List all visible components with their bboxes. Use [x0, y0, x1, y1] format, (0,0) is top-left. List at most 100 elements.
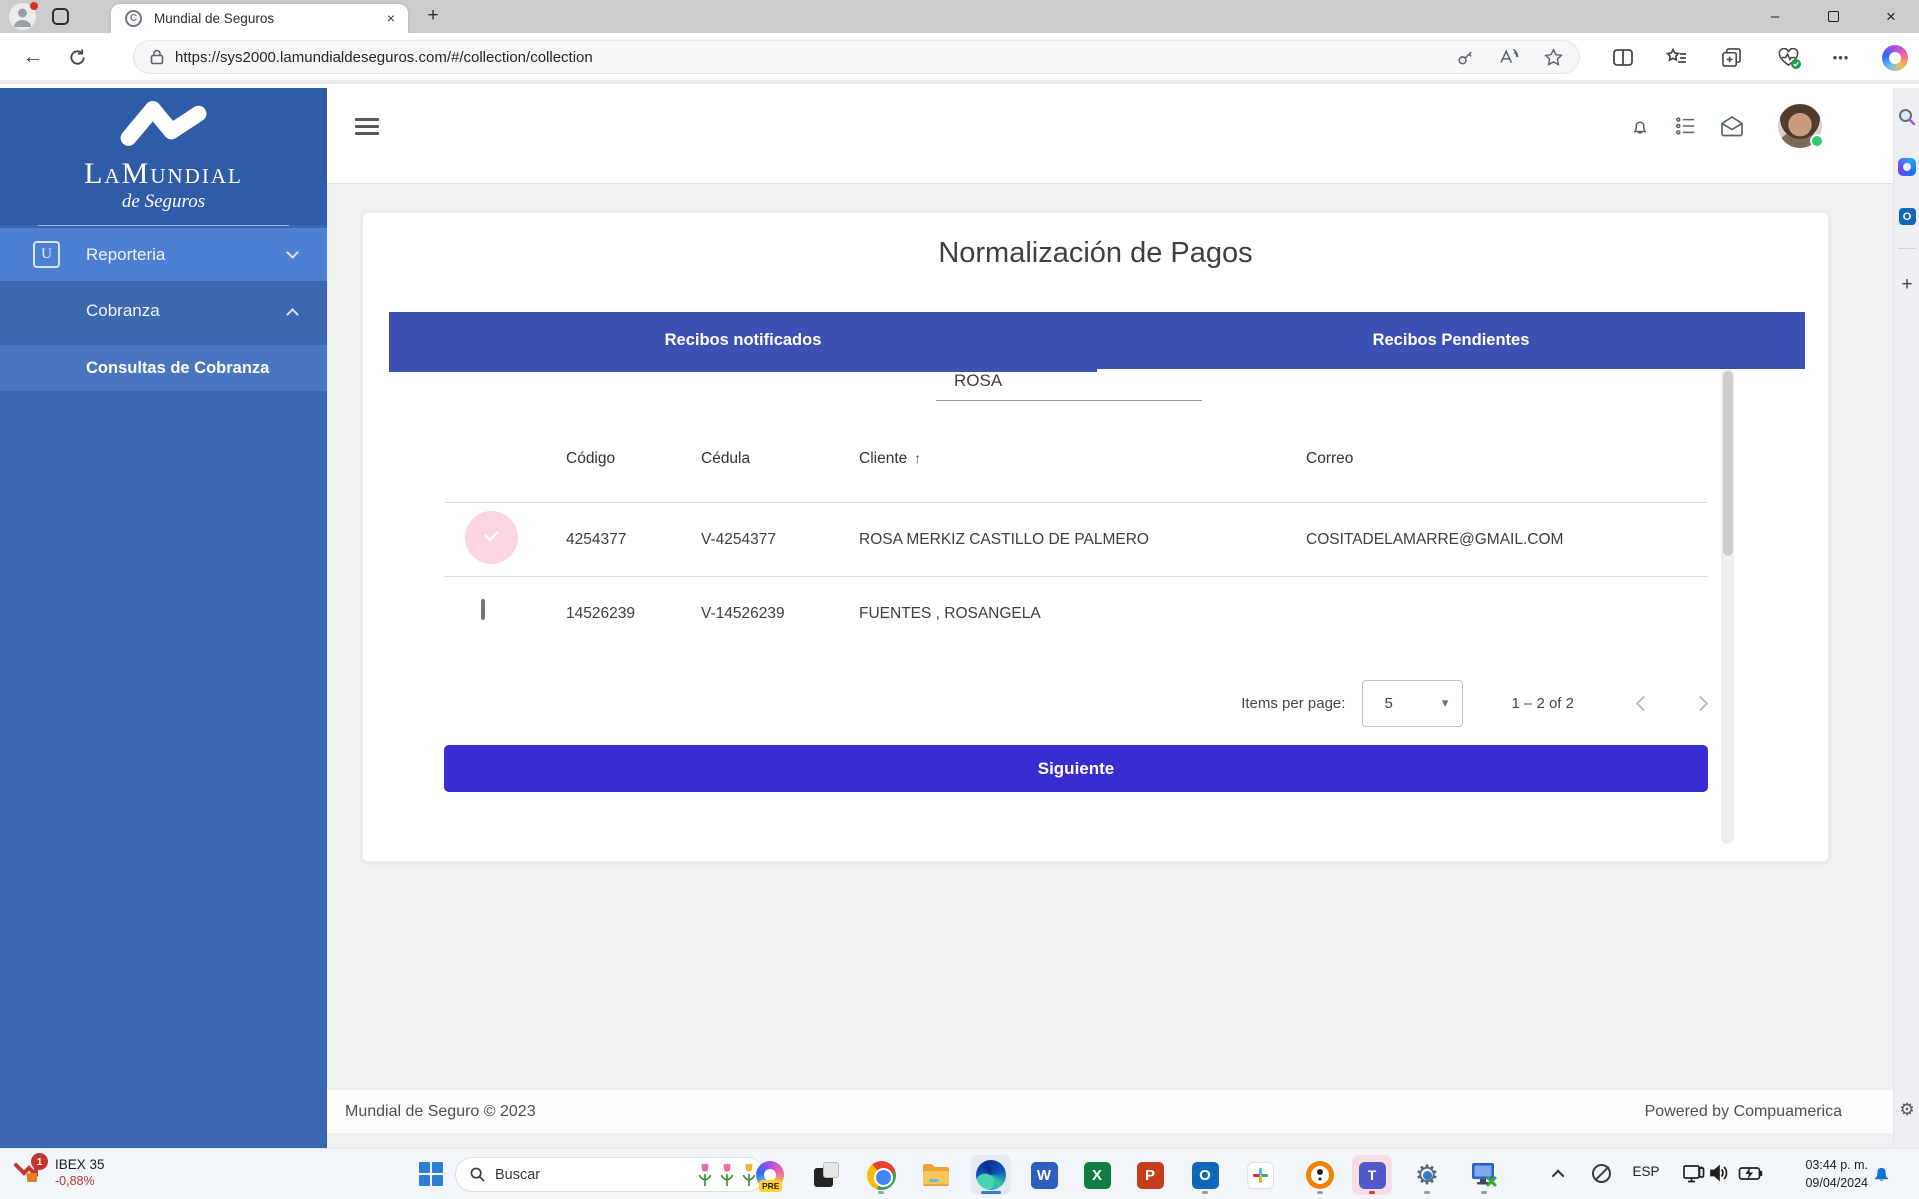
select-all-checkbox[interactable] [481, 446, 507, 472]
client-search-input[interactable]: ROSA [936, 369, 1202, 401]
start-button[interactable] [419, 1162, 444, 1187]
restore-icon [1828, 11, 1839, 22]
row-checkbox-unchecked[interactable] [481, 601, 507, 627]
word-app-icon[interactable]: W [1024, 1155, 1064, 1195]
column-header-cliente[interactable]: Cliente↑ [859, 450, 1306, 468]
menu-toggle-button[interactable] [355, 118, 379, 139]
sidebar-item-consultas-de-cobranza[interactable]: Consultas de Cobranza [0, 345, 327, 391]
column-header-cedula[interactable]: Cédula [701, 450, 859, 468]
select-caret-icon: ▾ [1442, 695, 1449, 711]
outlook-app-icon[interactable]: O [1185, 1155, 1225, 1195]
items-per-page-label: Items per page: [1241, 695, 1345, 712]
tab-search-icon[interactable] [52, 8, 69, 25]
sidebar-item-label: Consultas de Cobranza [86, 359, 269, 378]
back-button[interactable]: ← [18, 42, 48, 72]
sidebar-settings-gear-icon[interactable]: ⚙ [1894, 1100, 1919, 1120]
widget-index-change: -0,88% [55, 1174, 105, 1188]
siguiente-button[interactable]: Siguiente [444, 745, 1708, 792]
taskbar-search[interactable]: Buscar [455, 1157, 765, 1192]
language-indicator[interactable]: ESP [1628, 1164, 1664, 1179]
volume-icon[interactable] [1708, 1162, 1730, 1184]
sidebar-item-label: Reporteria [86, 245, 165, 265]
slack-app-icon[interactable] [1240, 1155, 1280, 1195]
remote-session-icon[interactable] [1682, 1162, 1706, 1186]
sidebar-outlook-icon[interactable]: O [1894, 208, 1919, 225]
running-indicator-active [981, 1191, 1001, 1194]
snip-app-icon[interactable] [806, 1155, 846, 1195]
logo-glyph [102, 95, 226, 151]
essentials-check-badge [1791, 59, 1801, 69]
more-menu-icon[interactable]: ••• [1826, 42, 1856, 72]
battery-saver-icon[interactable] [1738, 1163, 1764, 1183]
password-key-icon[interactable] [1456, 48, 1475, 67]
copilot-preview-app-icon[interactable]: PRE [750, 1155, 790, 1195]
footer-copyright: Mundial de Seguro © 2023 [345, 1103, 536, 1121]
app-region: LaMundial de Seguros U Reporteria Cobran… [0, 88, 1919, 1148]
sidebar-item-reporteria[interactable]: U Reporteria [0, 228, 327, 281]
file-explorer-app-icon[interactable] [916, 1155, 956, 1195]
page-size-select[interactable]: 5 ▾ [1362, 680, 1463, 727]
sidebar-divider [1898, 248, 1916, 249]
powerpoint-app-icon[interactable]: P [1130, 1155, 1170, 1195]
table-row[interactable]: 4254377 V-4254377 ROSA MERKIZ CASTILLO D… [444, 503, 1708, 577]
browser-essentials-icon[interactable] [1773, 42, 1803, 72]
user-avatar[interactable] [1778, 104, 1822, 148]
table-header-row: Código Cédula Cliente↑ Correo [444, 415, 1708, 503]
online-status-dot [1810, 134, 1824, 148]
do-not-disturb-icon[interactable] [1590, 1162, 1612, 1184]
window-restore-button[interactable] [1810, 0, 1856, 33]
favorite-star-icon[interactable] [1544, 48, 1563, 67]
settings-app-icon[interactable]: ⚙ [1407, 1155, 1447, 1195]
tab-close-icon[interactable]: × [382, 10, 400, 28]
widgets-button[interactable]: 1 IBEX 35 -0,88% [12, 1155, 105, 1193]
edge-app-icon[interactable] [971, 1155, 1011, 1195]
tab-recibos-pendientes[interactable]: Recibos Pendientes [1097, 312, 1805, 369]
new-tab-button[interactable]: + [420, 3, 446, 29]
sidebar-item-cobranza[interactable]: Cobranza [0, 286, 327, 335]
row-checkbox-checked[interactable] [481, 527, 507, 553]
column-header-codigo[interactable]: Código [566, 450, 701, 468]
cell-correo: COSITADELAMARRE@GMAIL.COM [1306, 531, 1708, 549]
mail-icon[interactable] [1720, 114, 1744, 138]
sidebar-divider [38, 225, 289, 226]
tab-recibos-notificados[interactable]: Recibos notificados [389, 312, 1097, 369]
url-text[interactable]: https://sys2000.lamundialdeseguros.com/#… [175, 49, 593, 66]
page-content: Normalización de Pagos Recibos notificad… [327, 184, 1893, 1090]
tray-hidden-icons-chevron[interactable] [1548, 1163, 1570, 1185]
teams-app-icon[interactable]: T [1352, 1155, 1392, 1195]
brand-logo: LaMundial de Seguros [0, 88, 327, 225]
app-sidebar: LaMundial de Seguros U Reporteria Cobran… [0, 88, 327, 1148]
window-minimize-button[interactable]: – [1752, 0, 1798, 33]
column-header-correo[interactable]: Correo [1306, 450, 1708, 468]
table-row[interactable]: 14526239 V-14526239 FUENTES , ROSANGELA [444, 577, 1708, 651]
tray-time: 03:44 p. m. [1778, 1156, 1868, 1174]
previous-page-button[interactable] [1636, 695, 1652, 711]
chrome-app-icon[interactable] [861, 1155, 901, 1195]
task-list-icon[interactable] [1674, 114, 1698, 138]
sidebar-search-icon[interactable] [1894, 108, 1919, 126]
sidebar-add-icon[interactable]: + [1894, 274, 1919, 296]
next-page-button[interactable] [1693, 695, 1709, 711]
widget-index-name: IBEX 35 [55, 1157, 105, 1172]
cell-cliente: FUENTES , ROSANGELA [859, 605, 1306, 623]
address-bar[interactable]: https://sys2000.lamundialdeseguros.com/#… [133, 40, 1580, 74]
notifications-bell-icon[interactable] [1628, 114, 1652, 138]
sidebar-microsoft365-icon[interactable] [1894, 158, 1919, 176]
running-indicator [1481, 1191, 1487, 1194]
paginator: Items per page: 5 ▾ 1 – 2 of 2 [1241, 675, 1706, 731]
collections-icon[interactable] [1716, 42, 1746, 72]
window-close-button[interactable]: × [1868, 0, 1914, 33]
split-screen-icon[interactable] [1608, 42, 1638, 72]
refresh-button[interactable] [62, 42, 92, 72]
tab-title: Mundial de Seguros [154, 11, 274, 26]
notification-center-bell-icon[interactable] [1872, 1164, 1891, 1184]
excel-app-icon[interactable]: X [1077, 1155, 1117, 1195]
clock[interactable]: 03:44 p. m. 09/04/2024 [1778, 1156, 1868, 1192]
copilot-icon[interactable] [1882, 45, 1908, 71]
browser-tab[interactable]: C Mundial de Seguros × [111, 4, 408, 33]
read-aloud-icon[interactable] [1499, 48, 1520, 66]
openvpn-app-icon[interactable] [1300, 1155, 1340, 1195]
favorites-list-icon[interactable] [1661, 42, 1691, 72]
remote-desktop-app-icon[interactable] [1464, 1155, 1504, 1195]
panel-scrollbar[interactable] [1721, 369, 1734, 844]
